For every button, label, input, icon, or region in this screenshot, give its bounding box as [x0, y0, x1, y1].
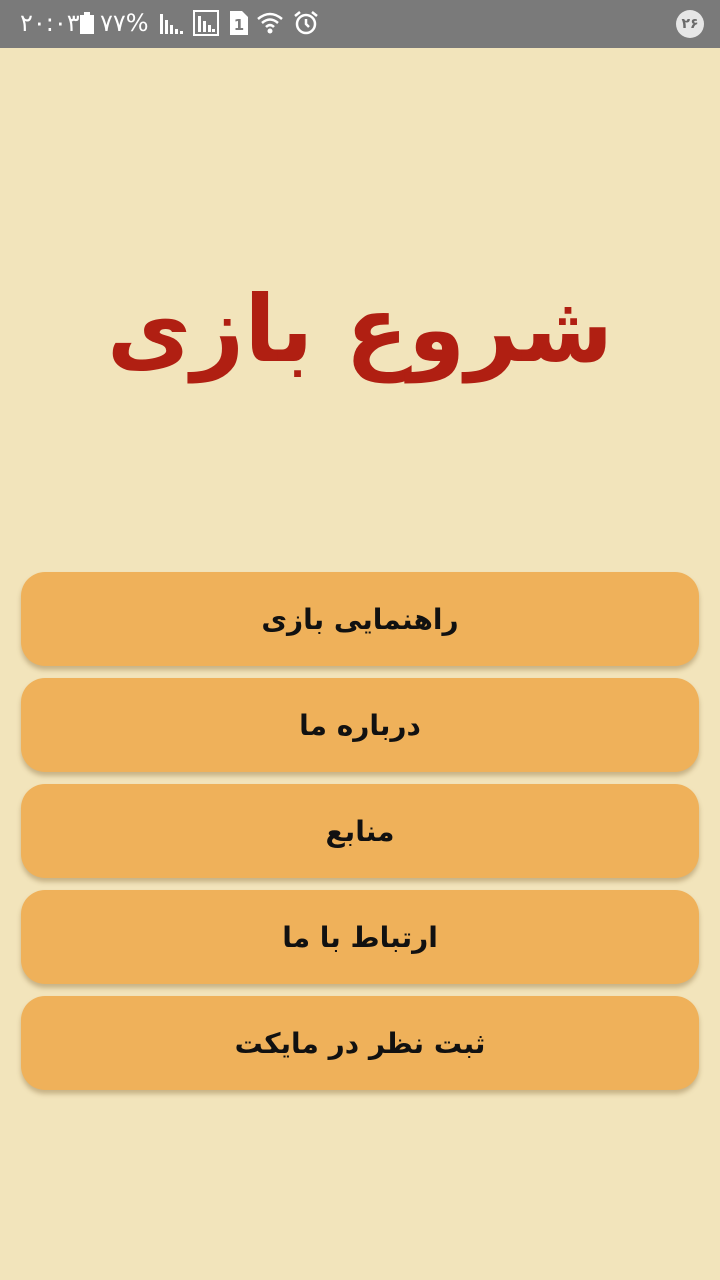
game-guide-button[interactable]: راهنمایی بازی	[21, 572, 699, 666]
notification-count-badge: ۲۶	[676, 10, 704, 38]
battery-icon	[80, 12, 94, 34]
sources-button[interactable]: منابع	[21, 784, 699, 878]
battery-percent: ۷۷%	[100, 9, 149, 37]
signal-icon	[160, 14, 183, 34]
sim-1-icon: 1	[230, 11, 248, 35]
status-time: ۲۰:۰۳	[20, 9, 80, 37]
rate-on-myket-button[interactable]: ثبت نظر در مایکت	[21, 996, 699, 1090]
contact-us-button[interactable]: ارتباط با ما	[21, 890, 699, 984]
signal-sim-icon	[193, 10, 219, 36]
sim-slot-label: 1	[234, 16, 244, 34]
main-menu: راهنمایی بازی درباره ما منابع ارتباط با …	[21, 572, 699, 1102]
wifi-icon	[257, 12, 283, 34]
status-bar: ۲۰:۰۳ ۷۷% 1 ۲۶	[0, 0, 720, 48]
start-game-title[interactable]: شروع بازی	[0, 265, 720, 395]
about-us-button[interactable]: درباره ما	[21, 678, 699, 772]
alarm-icon	[294, 11, 318, 35]
